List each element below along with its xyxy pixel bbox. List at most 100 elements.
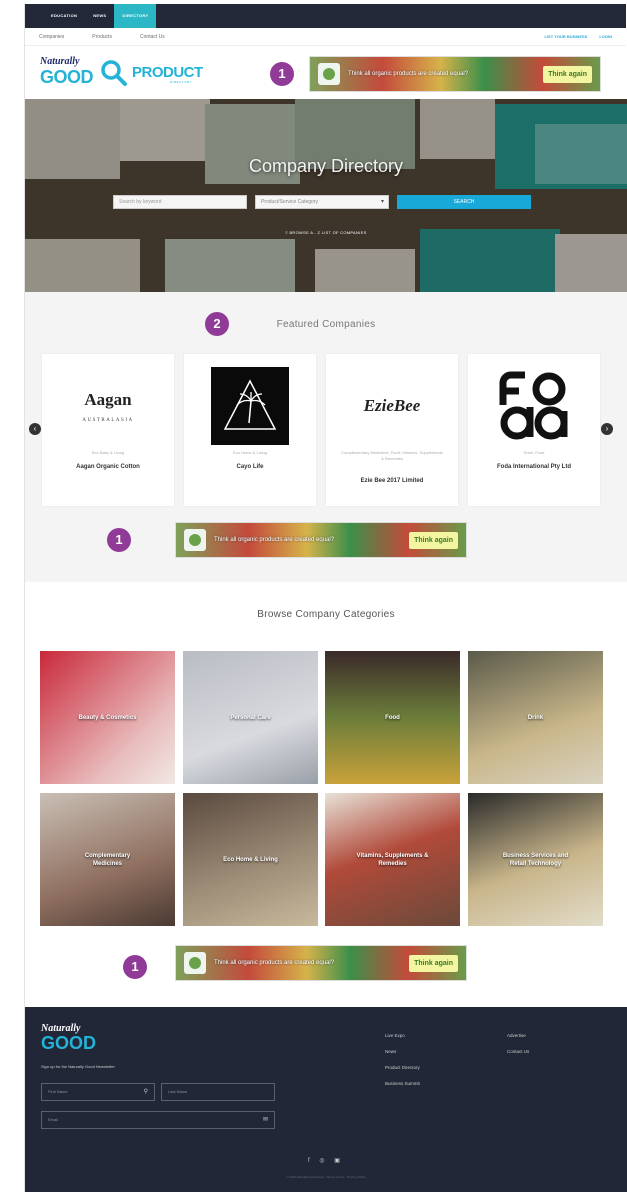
browse-a-z-label: BROWSE A - Z LIST OF COMPANIES (289, 230, 367, 235)
category-label: Vitamins, Supplements & Remedies (356, 852, 429, 867)
annotation-badge-1: 1 (270, 62, 294, 86)
category-tile-personal-care[interactable]: Personal Care (183, 651, 318, 784)
header: Naturally GOOD PRODUCT DIRECTORY 1 Think… (25, 46, 626, 98)
company-category: Complementary Medicines; Food; Vitamins,… (341, 450, 443, 461)
palm-triangle-icon (211, 367, 289, 445)
nav-contact-us[interactable]: Contact Us (140, 34, 165, 40)
ad-cta-button[interactable]: Think again (409, 954, 458, 972)
company-name: Cayo Life (236, 464, 264, 470)
ad-logo-icon (184, 529, 206, 551)
top-bar: EDUCATION NEWS DIRECTORY (25, 4, 626, 28)
footer-logo-good: GOOD (41, 1033, 97, 1053)
ad-text: Think all organic products are created e… (214, 960, 335, 966)
company-logo (490, 366, 578, 446)
carousel-next-icon[interactable]: › (601, 423, 613, 435)
category-label: Business Services and Retail Technology (502, 852, 569, 867)
sub-nav: Companies Products Contact Us LIST YOUR … (25, 28, 626, 46)
category-label: Drink (527, 714, 544, 721)
category-tile-food[interactable]: Food (325, 651, 460, 784)
logo-naturally: Naturally (40, 56, 80, 67)
logo-subtext: AUSTRALASIA (82, 417, 134, 423)
annotation-badge-1: 1 (123, 955, 147, 979)
login-link[interactable]: LOGIN (599, 34, 612, 39)
nav-companies[interactable]: Companies (39, 34, 64, 40)
last-name-field[interactable]: Last Name (161, 1083, 275, 1101)
category-select[interactable]: Product/Service Category ▾ (255, 195, 389, 209)
hero-title: Company Directory (248, 156, 404, 176)
footer-link-product-directory[interactable]: Product Directory (385, 1065, 420, 1070)
featured-section: 2 Featured Companies ‹ › Aagan AUSTRALAS… (25, 292, 627, 582)
featured-card-foda[interactable]: Drink; Food Foda International Pty Ltd (468, 354, 600, 506)
category-tile-beauty[interactable]: Beauty & Cosmetics (40, 651, 175, 784)
category-tile-drink[interactable]: Drink (468, 651, 603, 784)
site-logo[interactable]: Naturally GOOD PRODUCT DIRECTORY (40, 56, 210, 88)
keyword-search-input[interactable]: Search by keyword (113, 195, 247, 209)
footer-link-business-summit[interactable]: Business Summit (385, 1081, 420, 1086)
ad-banner-top[interactable]: Think all organic products are created e… (309, 56, 601, 92)
chevron-down-icon: ▾ (380, 199, 384, 205)
footer-link-live-expo[interactable]: Live Expo (385, 1033, 405, 1038)
company-name: Foda International Pty Ltd (496, 464, 571, 470)
search-button[interactable]: SEARCH (397, 195, 531, 209)
ad-banner-bottom[interactable]: Think all organic products are created e… (175, 945, 467, 981)
ad-cta-button[interactable]: Think again (543, 65, 592, 83)
nav-products[interactable]: Products (92, 34, 112, 40)
tab-news[interactable]: NEWS (85, 4, 114, 28)
carousel-prev-icon[interactable]: ‹ (29, 423, 41, 435)
footer-link-contact-us[interactable]: Contact Us (507, 1049, 529, 1054)
logo-good: GOOD (40, 67, 94, 87)
last-name-placeholder: Last Name (168, 1089, 188, 1094)
browse-a-z-link[interactable]: ≡ BROWSE A - Z LIST OF COMPANIES (25, 230, 627, 235)
company-logo (206, 366, 294, 446)
footer-link-news[interactable]: News (385, 1049, 396, 1054)
footer-legal: © 2018 Naturally Good Expo · Terms of Us… (286, 1175, 366, 1179)
foda-logo-icon (499, 371, 568, 440)
footer-link-advertise[interactable]: Advertise (507, 1033, 526, 1038)
category-label: Food (385, 714, 400, 721)
hero: Company Directory Search by keyword Prod… (25, 99, 627, 292)
company-category: Eco Baby & Living (91, 450, 125, 455)
magnifier-icon (101, 60, 127, 86)
email-placeholder: Email (48, 1117, 59, 1122)
ad-cta-button[interactable]: Think again (409, 531, 458, 549)
email-field[interactable]: Email ✉ (41, 1111, 275, 1129)
list-your-business-link[interactable]: LIST YOUR BUSINESS (545, 34, 588, 39)
featured-title: Featured Companies (276, 319, 376, 330)
user-icon: ⚲ (143, 1089, 148, 1095)
logo-text: Aagan (84, 389, 132, 409)
category-label: Complementary Medicines (84, 852, 131, 867)
category-label: Personal Care (230, 714, 271, 721)
featured-card-eziebee[interactable]: EzieBee Complementary Medicines; Food; V… (326, 354, 458, 506)
annotation-badge-1: 1 (107, 528, 131, 552)
featured-card-cayo[interactable]: Eco Home & Living Cayo Life (184, 354, 316, 506)
logo-text: EzieBee (363, 396, 421, 415)
category-select-value: Product/Service Category (261, 199, 318, 205)
category-tile-vitamins[interactable]: Vitamins, Supplements & Remedies (325, 793, 460, 926)
company-logo: EzieBee (348, 366, 436, 446)
first-name-field[interactable]: First Name ⚲ (41, 1083, 155, 1101)
company-category: Eco Home & Living (232, 450, 267, 455)
company-logo: Aagan AUSTRALASIA (64, 366, 152, 446)
ad-logo-icon (318, 63, 340, 85)
company-name: Aagan Organic Cotton (76, 464, 140, 470)
company-name: Ezie Bee 2017 Limited (360, 478, 424, 484)
category-label: Eco Home & Living (223, 856, 278, 863)
newsletter-label: Sign up for the Naturally Good Newslette… (41, 1064, 115, 1069)
first-name-placeholder: First Name (48, 1089, 68, 1094)
logo-product: PRODUCT (132, 64, 203, 81)
tab-directory[interactable]: DIRECTORY (114, 4, 157, 28)
logo-directory: DIRECTORY (170, 80, 193, 84)
category-tile-complementary-medicines[interactable]: Complementary Medicines (40, 793, 175, 926)
tab-education[interactable]: EDUCATION (43, 4, 85, 28)
ad-text: Think all organic products are created e… (214, 537, 335, 543)
footer: Naturally GOOD Sign up for the Naturally… (25, 1007, 627, 1192)
social-icons[interactable]: f ◎ ▣ (25, 1157, 627, 1164)
featured-card-aagan[interactable]: Aagan AUSTRALASIA Eco Baby & Living Aaga… (42, 354, 174, 506)
browse-title: Browse Company Categories (257, 609, 395, 620)
ad-logo-icon (184, 952, 206, 974)
company-category: Drink; Food (523, 450, 545, 455)
ad-banner-middle[interactable]: Think all organic products are created e… (175, 522, 467, 558)
ad-text: Think all organic products are created e… (348, 71, 469, 77)
category-tile-business-services[interactable]: Business Services and Retail Technology (468, 793, 603, 926)
category-tile-eco-home[interactable]: Eco Home & Living (183, 793, 318, 926)
